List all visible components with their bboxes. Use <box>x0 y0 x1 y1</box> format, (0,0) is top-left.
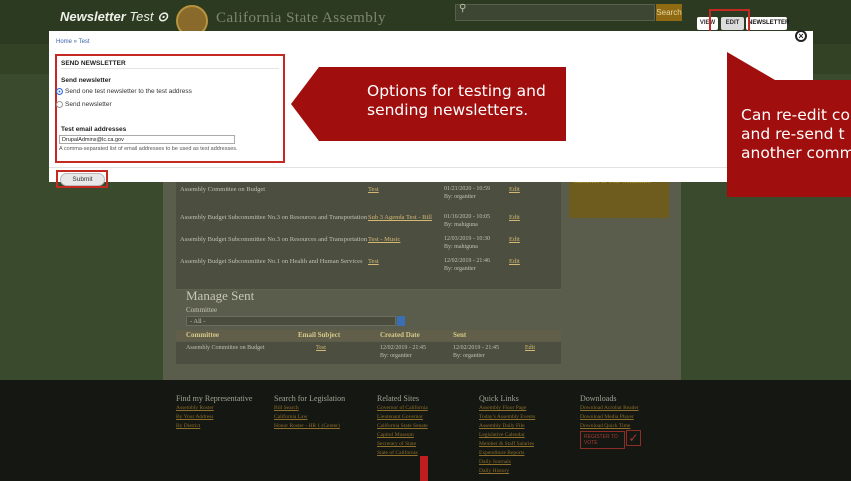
search-icon: ⚲ <box>459 3 467 14</box>
radio-send-newsletter[interactable] <box>56 101 63 108</box>
footer-link[interactable]: Daily History <box>479 468 535 475</box>
footer-link[interactable]: Lieutenant Governor <box>377 414 428 421</box>
footer-column: Find my Representative Assembly Roster B… <box>176 394 253 430</box>
sent-committee: Assembly Committee on Budget <box>186 345 265 351</box>
row-subject-link[interactable]: Test - Music <box>368 236 400 243</box>
sent-created: 12/02/2019 - 21:45 By: organiter <box>380 345 426 359</box>
sent-date: 12/02/2019 - 21:45 By: organiter <box>453 345 499 359</box>
footer-link[interactable]: By District <box>176 423 252 430</box>
footer-link[interactable]: Assembly Floor Page <box>479 405 535 412</box>
callout-reedit: Can re-edit co and re-send t another com… <box>727 80 851 197</box>
register-to-vote-button[interactable]: REGISTER TO VOTE <box>580 431 625 449</box>
col-email-subject: Email Subject <box>298 331 341 339</box>
row-edit-link[interactable]: Edit <box>509 236 520 243</box>
row-subject-link[interactable]: Test <box>368 258 379 265</box>
row-edit-link[interactable]: Edit <box>509 214 520 221</box>
footer-link[interactable]: Today's Assembly Events <box>479 414 535 421</box>
col-sent[interactable]: Sent <box>453 330 466 341</box>
radio-send-test[interactable] <box>56 88 63 95</box>
footer-link[interactable]: By Your Address <box>176 414 252 421</box>
page-title: Newsletter Test ⊙ <box>60 9 168 24</box>
footer-column: Downloads Download Acrobat Reader Downlo… <box>580 394 639 430</box>
fieldset-divider <box>61 68 279 69</box>
test-email-field[interactable] <box>59 135 235 144</box>
test-email-label: Test email addresses <box>61 126 127 133</box>
manage-sent-heading: Manage Sent <box>186 288 255 303</box>
row-subject-link[interactable]: Sub 3 Agenda Test - Bill <box>368 214 432 221</box>
footer-link[interactable]: Download Media Player <box>580 414 639 421</box>
sent-table-header <box>176 330 561 341</box>
row-committee: Assembly Committee on Budget <box>180 186 266 193</box>
modal-divider <box>49 167 813 168</box>
send-newsletter-label: Send newsletter <box>61 77 111 84</box>
footer-link[interactable]: Capitol Museum <box>377 432 428 439</box>
row-edit-link[interactable]: Edit <box>509 258 520 265</box>
row-subject-link[interactable]: Test <box>368 186 379 193</box>
footer-link[interactable]: Governor of California <box>377 405 428 412</box>
footer-link[interactable]: Expenditure Reports <box>479 450 535 457</box>
radio-send-newsletter-label[interactable]: Send newsletter <box>65 101 112 108</box>
highlight-marker <box>420 456 428 481</box>
footer-link[interactable]: Daily Journals <box>479 459 535 466</box>
footer-link[interactable]: Honor Roster - HR 1 (Center) <box>274 423 345 430</box>
footer-link[interactable]: Secretary of State <box>377 441 428 448</box>
radio-send-test-label[interactable]: Send one test newsletter to the test add… <box>65 88 192 95</box>
committee-filter-label: Committee <box>186 306 218 314</box>
sent-subject-link[interactable]: Test <box>316 344 326 352</box>
callout-arrow <box>727 52 775 80</box>
tab-newsletter[interactable]: NEWSLETTER <box>746 17 789 30</box>
footer-link[interactable]: Download Acrobat Reader <box>580 405 639 412</box>
row-edit-link[interactable]: Edit <box>509 186 520 193</box>
search-input[interactable] <box>455 4 655 21</box>
footer-link[interactable]: Download Quick Time <box>580 423 639 430</box>
callout-arrow <box>291 67 319 141</box>
footer-link[interactable]: Assembly Daily File <box>479 423 535 430</box>
row-committee: Assembly Budget Subcommittee No.3 on Res… <box>180 236 368 243</box>
footer-link[interactable]: Legislative Calendar <box>479 432 535 439</box>
footer-column: Search for Legislation Bill Search Calif… <box>274 394 346 430</box>
footer-link[interactable]: California Law <box>274 414 345 421</box>
col-committee: Committee <box>186 331 220 339</box>
checkmark-icon: ✓ <box>626 430 641 446</box>
footer-link[interactable]: Assembly Roster <box>176 405 252 412</box>
footer-link[interactable]: Member & Staff Salaries <box>479 441 535 448</box>
row-committee: Assembly Budget Subcommittee No.3 on Res… <box>180 214 368 221</box>
table-row: Assembly Budget Subcommittee No.1 on Hea… <box>176 254 561 290</box>
close-icon[interactable]: × <box>795 30 807 42</box>
row-committee: Assembly Budget Subcommittee No.1 on Hea… <box>180 258 363 265</box>
fieldset-title: SEND NEWSLETTER <box>61 60 126 67</box>
footer-link[interactable]: California State Senate <box>377 423 428 430</box>
row-date: 01/16/2020 - 10:05 By: mahiguna <box>444 214 490 228</box>
row-date: 01/21/2020 - 10:59 By: organiter <box>444 186 490 200</box>
filter-apply-button[interactable] <box>397 316 405 326</box>
submit-button[interactable]: Submit <box>60 173 105 186</box>
row-date: 12/03/2019 - 10:30 By: mahiguna <box>444 236 490 250</box>
callout-testing-options: Options for testing and sending newslett… <box>319 67 566 141</box>
committee-select[interactable]: - All - <box>186 316 396 326</box>
site-name: California State Assembly <box>216 10 386 26</box>
col-created-date[interactable]: Created Date <box>380 330 420 341</box>
gear-icon[interactable]: ⊙ <box>157 9 168 24</box>
footer-column: Related Sites Governor of California Lie… <box>377 394 428 456</box>
search-button[interactable]: Search <box>656 4 682 21</box>
test-email-help: A comma-separated list of email addresse… <box>59 146 238 152</box>
breadcrumb[interactable]: Home » Test <box>56 39 90 45</box>
footer-column: Quick Links Assembly Floor Page Today's … <box>479 394 536 475</box>
footer-link[interactable]: Bill Search <box>274 405 345 412</box>
sent-edit-link[interactable]: Edit <box>525 344 535 352</box>
row-date: 12/02/2019 - 21:46 By: organiter <box>444 258 490 272</box>
